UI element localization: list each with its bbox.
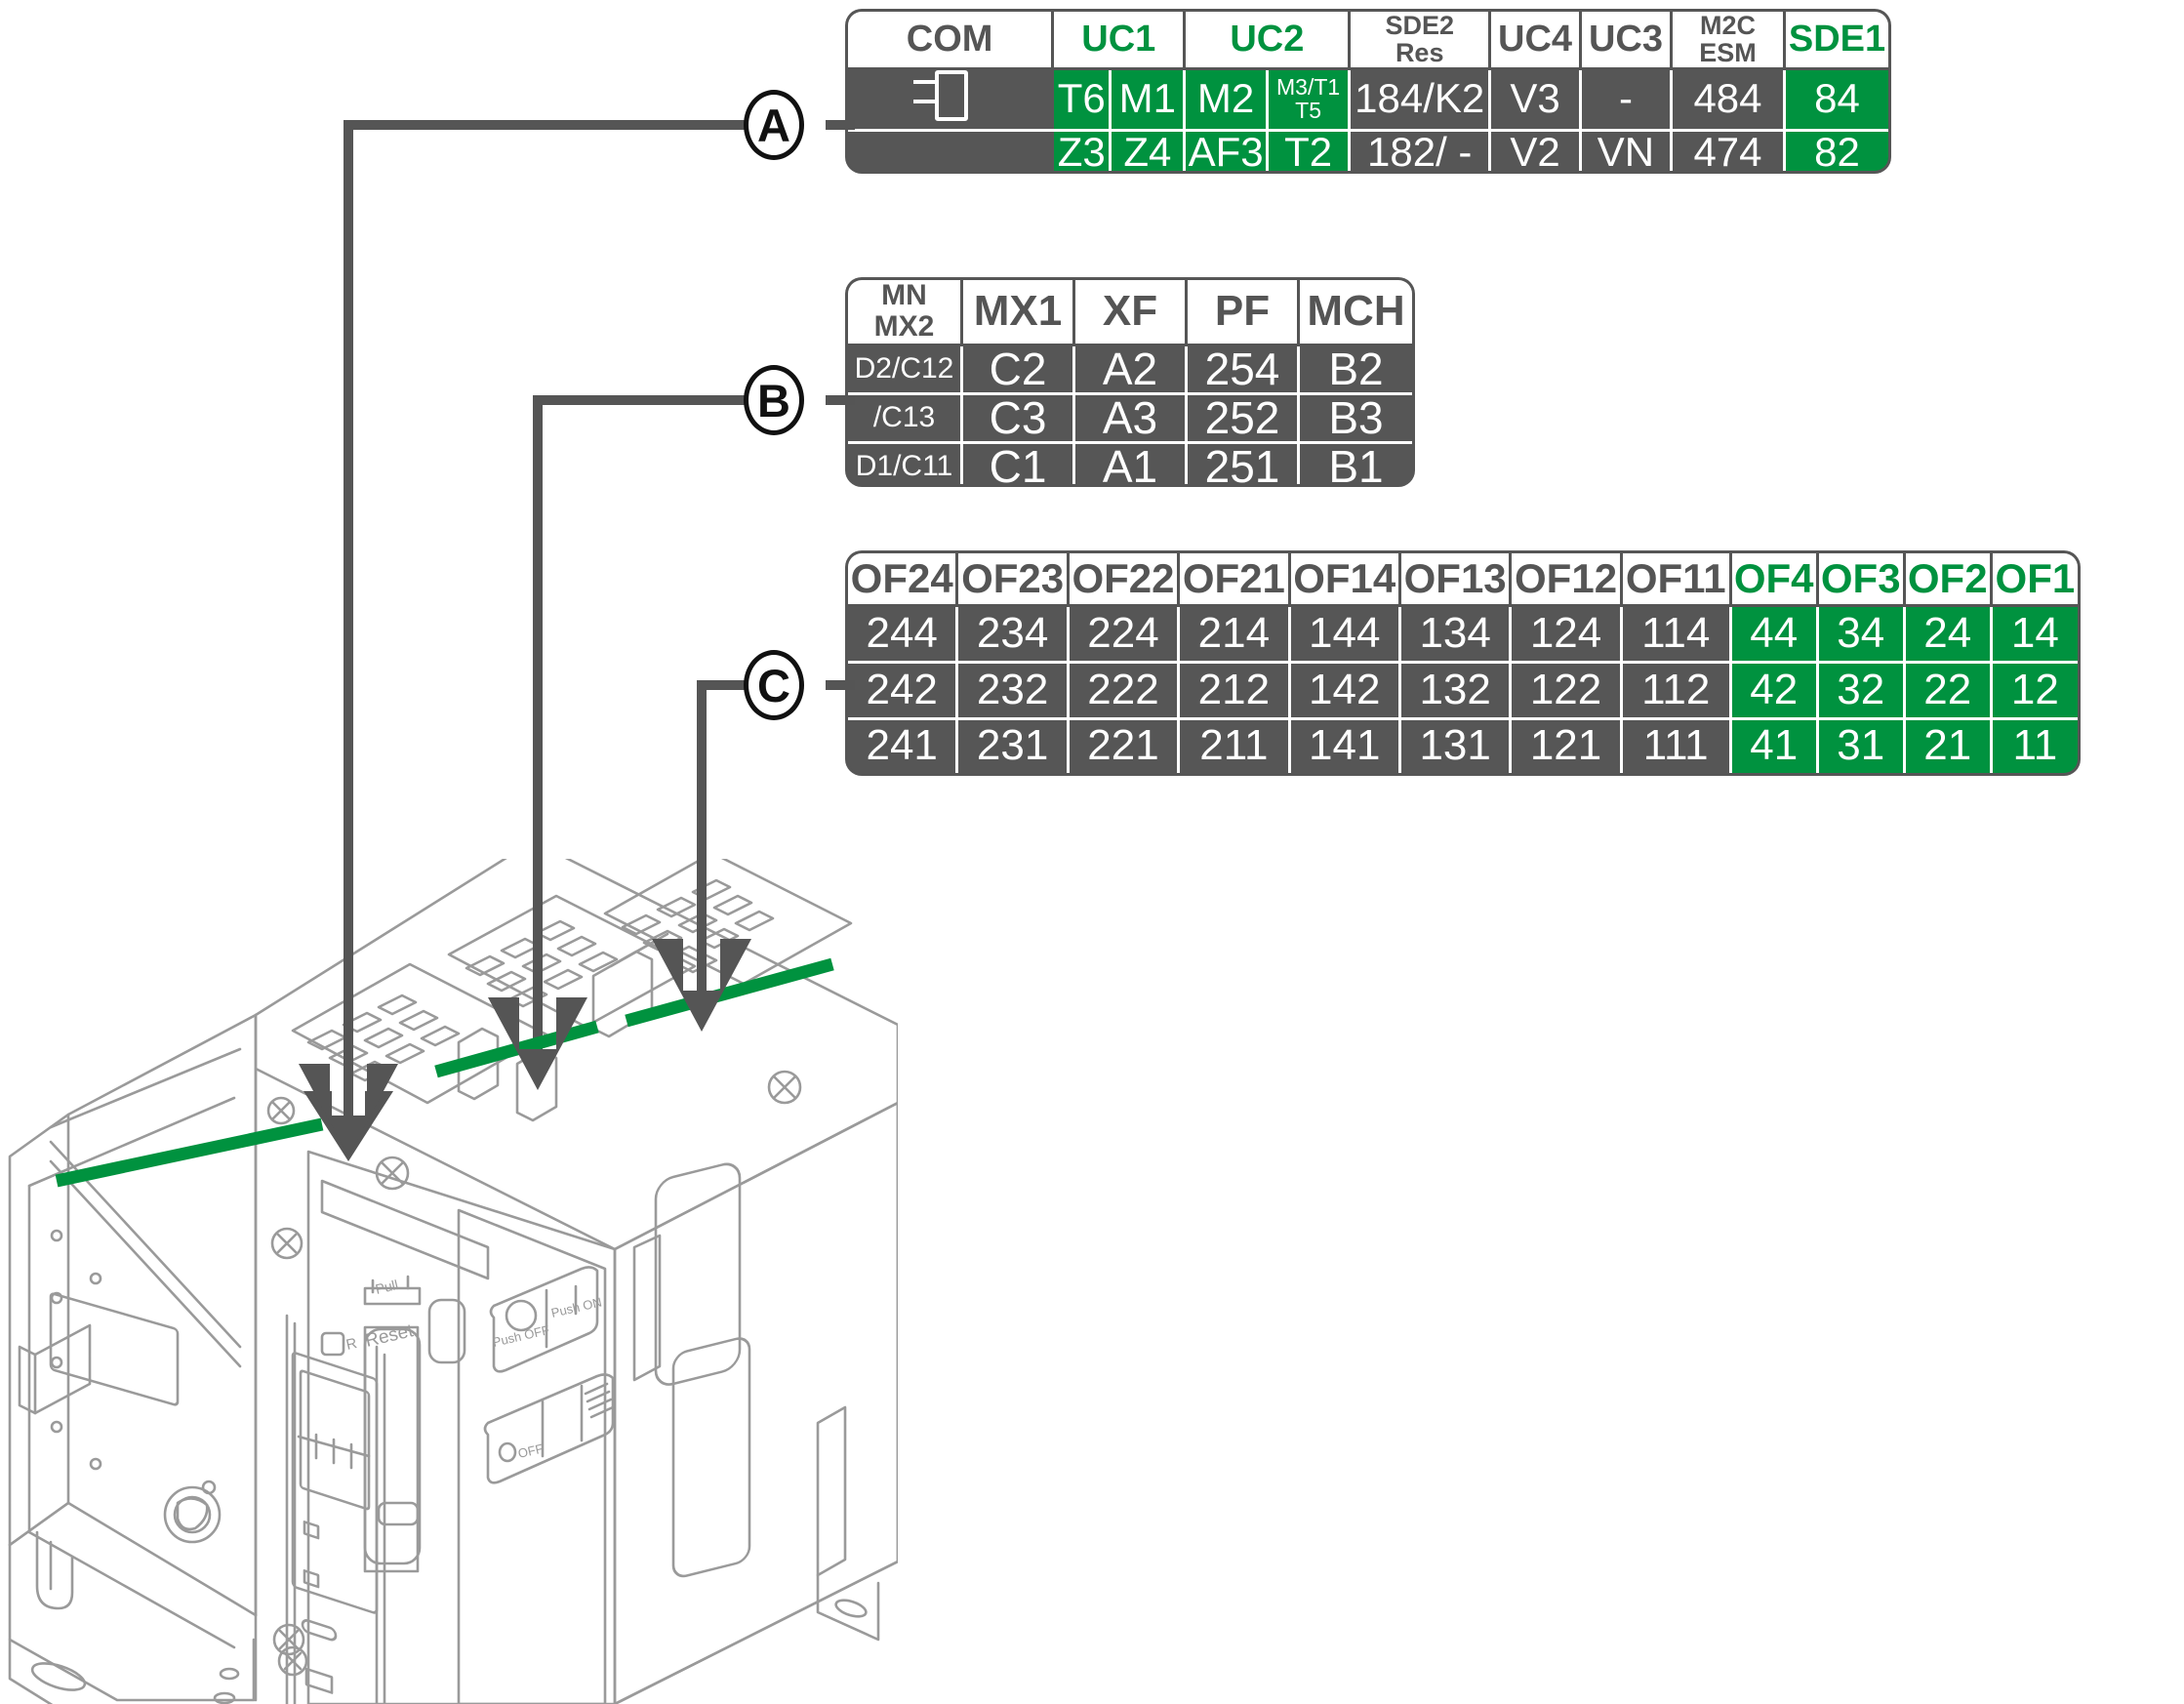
callout-label-a: A: [757, 99, 790, 151]
diagram-canvas: A B C COM UC1 UC2 SDE2 Res UC4 UC3 M2C E…: [0, 0, 2184, 1704]
callout-arrows: [299, 939, 751, 1161]
callout-label-b: B: [757, 374, 790, 426]
callout-marker-a: A: [744, 90, 804, 160]
callout-marker-c: C: [744, 650, 804, 720]
callout-label-c: C: [757, 659, 790, 711]
callout-marker-b: B: [744, 365, 804, 435]
